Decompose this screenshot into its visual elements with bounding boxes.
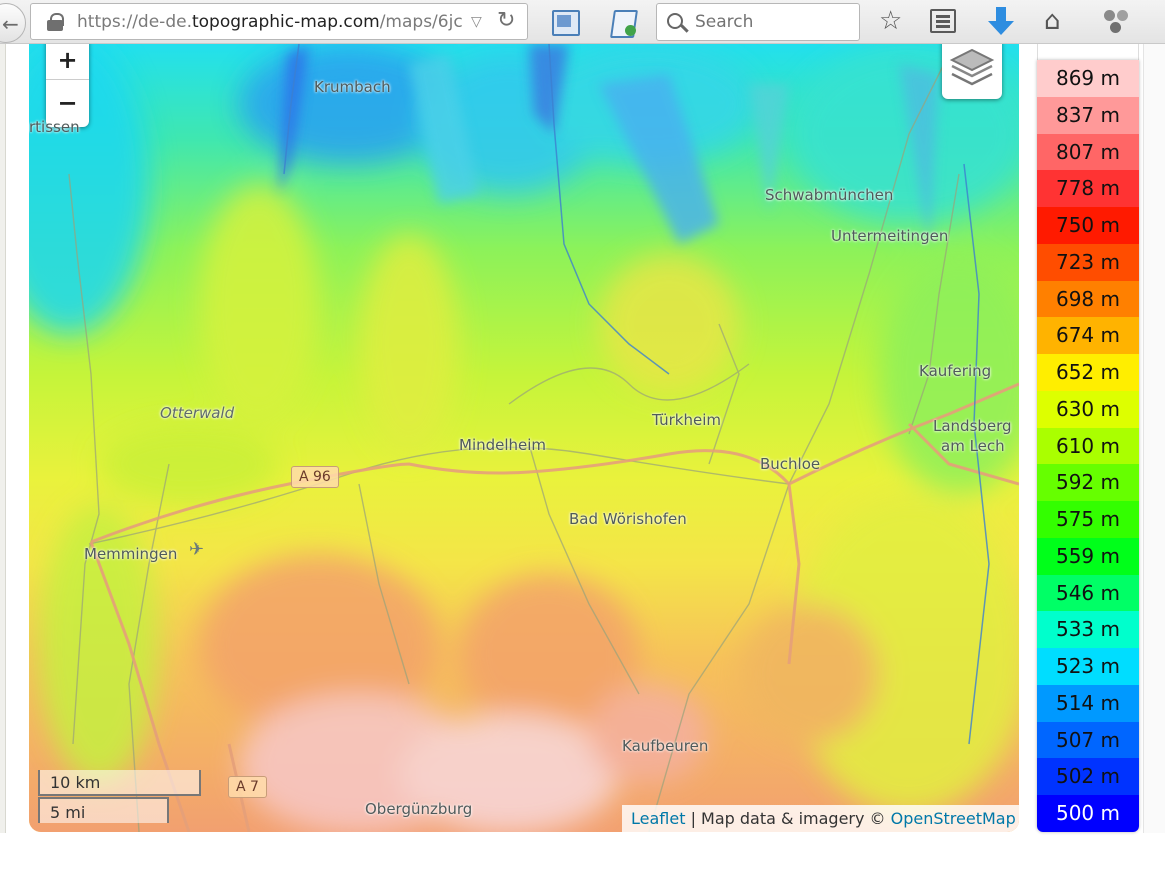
place-label-tuerkheim: Türkheim: [652, 411, 721, 429]
url-dropdown-icon[interactable]: ▽: [471, 14, 482, 30]
home-icon[interactable]: ⌂: [1044, 4, 1061, 38]
place-label-untermeitingen: Untermeitingen: [831, 227, 949, 245]
legend-row: 592 m: [1037, 464, 1139, 501]
place-label-illertissen: rtissen: [29, 118, 80, 136]
lock-icon: [47, 13, 64, 31]
legend-row: 869 m: [1037, 60, 1139, 97]
legend-row: 630 m: [1037, 390, 1139, 428]
url-text[interactable]: https://de-de.topographic-map.com/maps/6…: [77, 12, 462, 32]
place-label-am-lech: am Lech: [941, 437, 1005, 455]
download-icon[interactable]: [987, 7, 1015, 37]
legend-top-cap: [1037, 44, 1139, 60]
zoom-control: + −: [46, 44, 89, 127]
place-label-landsberg: Landsberg: [933, 417, 1012, 435]
back-arrow-icon: ←: [2, 12, 19, 36]
place-label-mindelheim: Mindelheim: [459, 436, 547, 454]
legend-row: 723 m: [1037, 243, 1139, 281]
legend-row: 837 m: [1037, 96, 1139, 134]
elevation-legend: 869 m 837 m 807 m 778 m 750 m 723 m 698 m 674 m…: [1037, 60, 1139, 832]
legend-row: 559 m: [1037, 537, 1139, 575]
airport-icon: ✈: [189, 539, 205, 560]
legend-row: 674 m: [1037, 317, 1139, 354]
zoom-in-button[interactable]: +: [46, 44, 89, 80]
legend-row: 533 m: [1037, 611, 1139, 648]
legend-row: 652 m: [1037, 354, 1139, 391]
place-label-memmingen: Memmingen: [84, 545, 178, 563]
layers-icon: [949, 48, 995, 86]
addon-icon[interactable]: [1102, 8, 1130, 36]
place-label-buchloe: Buchloe: [760, 455, 821, 473]
search-box[interactable]: [656, 3, 860, 41]
place-label-kaufering: Kaufering: [919, 362, 992, 380]
road-shield-a7: A 7: [228, 776, 267, 798]
search-icon: [667, 13, 683, 29]
legend-row: 507 m: [1037, 721, 1139, 759]
reload-icon[interactable]: ↻: [497, 8, 515, 33]
back-button[interactable]: ←: [0, 3, 26, 43]
place-label-kaufbeuren: Kaufbeuren: [622, 737, 709, 755]
search-input[interactable]: [695, 11, 845, 33]
legend-row: 778 m: [1037, 170, 1139, 207]
legend-row: 523 m: [1037, 648, 1139, 685]
legend-row: 500 m: [1037, 795, 1139, 832]
reading-list-icon[interactable]: [930, 9, 956, 33]
legend-row: 610 m: [1037, 427, 1139, 465]
place-label-bad-woerishofen: Bad Wörishofen: [569, 510, 687, 528]
scale-bar-km: 10 km: [38, 770, 201, 796]
page-right-edge: [1143, 44, 1165, 833]
layers-button[interactable]: [942, 44, 1002, 99]
bookmark-star-icon[interactable]: ☆: [879, 4, 902, 38]
legend-row: 514 m: [1037, 684, 1139, 722]
road-shield-a96: A 96: [291, 466, 339, 488]
legend-row: 502 m: [1037, 758, 1139, 795]
page-left-edge: [0, 44, 6, 833]
place-label-krumbach: Krumbach: [314, 78, 391, 96]
openstreetmap-link[interactable]: OpenStreetMap: [891, 809, 1016, 828]
place-label-oberguenzburg: Obergünzburg: [365, 800, 473, 818]
place-label-otterwald: Otterwald: [160, 404, 235, 422]
screenshot-icon[interactable]: [549, 7, 580, 37]
legend-row: 575 m: [1037, 501, 1139, 538]
place-label-schwabmuenchen: Schwabmünchen: [765, 186, 894, 204]
browser-toolbar: ← https://de-de.topographic-map.com/maps…: [0, 0, 1165, 44]
legend-row: 698 m: [1037, 280, 1139, 318]
leaflet-link[interactable]: Leaflet: [631, 809, 685, 828]
scale-bar-mi: 5 mi: [38, 797, 169, 823]
note-addon-icon[interactable]: [608, 7, 638, 37]
attribution-text: | Map data & imagery ©: [685, 809, 891, 828]
map-attribution: Leaflet | Map data & imagery © OpenStree…: [622, 805, 1019, 832]
legend-row: 546 m: [1037, 574, 1139, 612]
legend-row: 807 m: [1037, 133, 1139, 171]
url-bar[interactable]: https://de-de.topographic-map.com/maps/6…: [30, 3, 528, 40]
topographic-map[interactable]: + − Krumbach rtissen Schwabmünchen Unter…: [29, 44, 1019, 832]
legend-row: 750 m: [1037, 207, 1139, 244]
